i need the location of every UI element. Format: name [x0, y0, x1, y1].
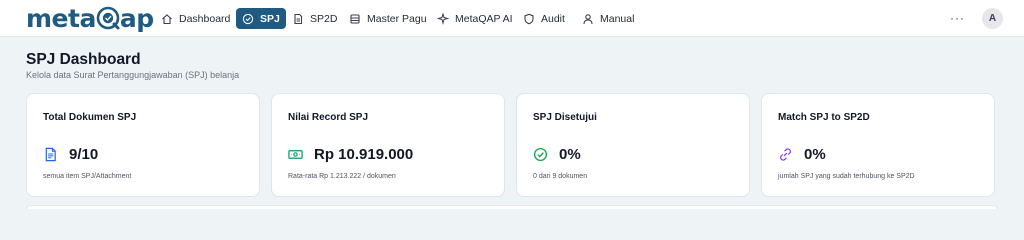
top-navbar: meta ap Dashboard SPJ SP2D Master Pagu Me…	[0, 0, 1024, 37]
card-spj-disetujui: SPJ Disetujui 0% 0 dari 9 dokumen	[516, 93, 750, 197]
nav-audit[interactable]: Audit	[517, 8, 571, 29]
card-title: Total Dokumen SPJ	[43, 112, 137, 123]
link-icon	[780, 148, 791, 161]
home-icon	[162, 13, 172, 24]
nav-audit-label: Audit	[541, 12, 565, 25]
shield-icon	[524, 13, 534, 24]
user-avatar[interactable]: A	[982, 8, 1003, 29]
next-section-edge	[26, 205, 998, 209]
nav-master-pagu-label: Master Pagu	[367, 12, 427, 25]
page-title: SPJ Dashboard	[26, 51, 141, 68]
logo-text-suffix: ap	[119, 4, 154, 33]
card-value: Rp 10.919.000	[314, 146, 414, 163]
nav-spj-label: SPJ	[260, 12, 280, 25]
nav-dashboard[interactable]: Dashboard	[155, 8, 236, 29]
more-menu-button[interactable]: ···	[950, 9, 965, 27]
card-match-spj-to-sp2d: Match SPJ to SP2D 0% jumlah SPJ yang sud…	[761, 93, 995, 197]
app-logo[interactable]: meta ap	[26, 4, 154, 34]
nav-manual-label: Manual	[600, 12, 635, 25]
card-nilai-record-spj: Nilai Record SPJ Rp 10.919.000 Rata-rata…	[271, 93, 505, 197]
nav-metaqap-ai[interactable]: MetaQAP AI	[431, 8, 519, 29]
database-icon	[350, 13, 360, 24]
logo-q-emblem	[96, 4, 120, 34]
nav-dashboard-label: Dashboard	[179, 12, 231, 25]
nav-manual[interactable]: Manual	[576, 8, 640, 29]
card-note: 0 dari 9 dokumen	[533, 173, 588, 180]
logo-text-prefix: meta	[26, 4, 96, 33]
nav-spj[interactable]: SPJ	[236, 8, 286, 29]
card-title: Match SPJ to SP2D	[778, 112, 870, 123]
card-value: 9/10	[69, 146, 99, 163]
card-total-dokumen-spj: Total Dokumen SPJ 9/10 semua item SPJ/At…	[26, 93, 260, 197]
card-value: 0%	[804, 146, 826, 163]
card-title: Nilai Record SPJ	[288, 112, 369, 123]
document-icon	[45, 147, 56, 162]
card-value: 0%	[559, 146, 581, 163]
check-circle-icon	[242, 13, 254, 24]
banknote-icon	[288, 150, 303, 159]
card-title: SPJ Disetujui	[533, 112, 597, 123]
nav-sp2d-label: SP2D	[310, 12, 338, 25]
page-subtitle: Kelola data Surat Pertanggungjawaban (SP…	[26, 70, 240, 80]
document-icon	[294, 13, 303, 24]
sparkles-icon	[437, 12, 449, 25]
card-note: Rata-rata Rp 1.213.222 / dokumen	[288, 173, 396, 180]
user-icon	[583, 13, 593, 24]
nav-sp2d[interactable]: SP2D	[286, 8, 343, 29]
card-note: semua item SPJ/Attachment	[43, 173, 132, 180]
nav-master-pagu[interactable]: Master Pagu	[343, 8, 433, 29]
check-circle-icon	[533, 147, 548, 162]
card-note: jumlah SPJ yang sudah terhubung ke SP2D	[778, 173, 915, 180]
nav-metaqap-ai-label: MetaQAP AI	[455, 12, 513, 25]
